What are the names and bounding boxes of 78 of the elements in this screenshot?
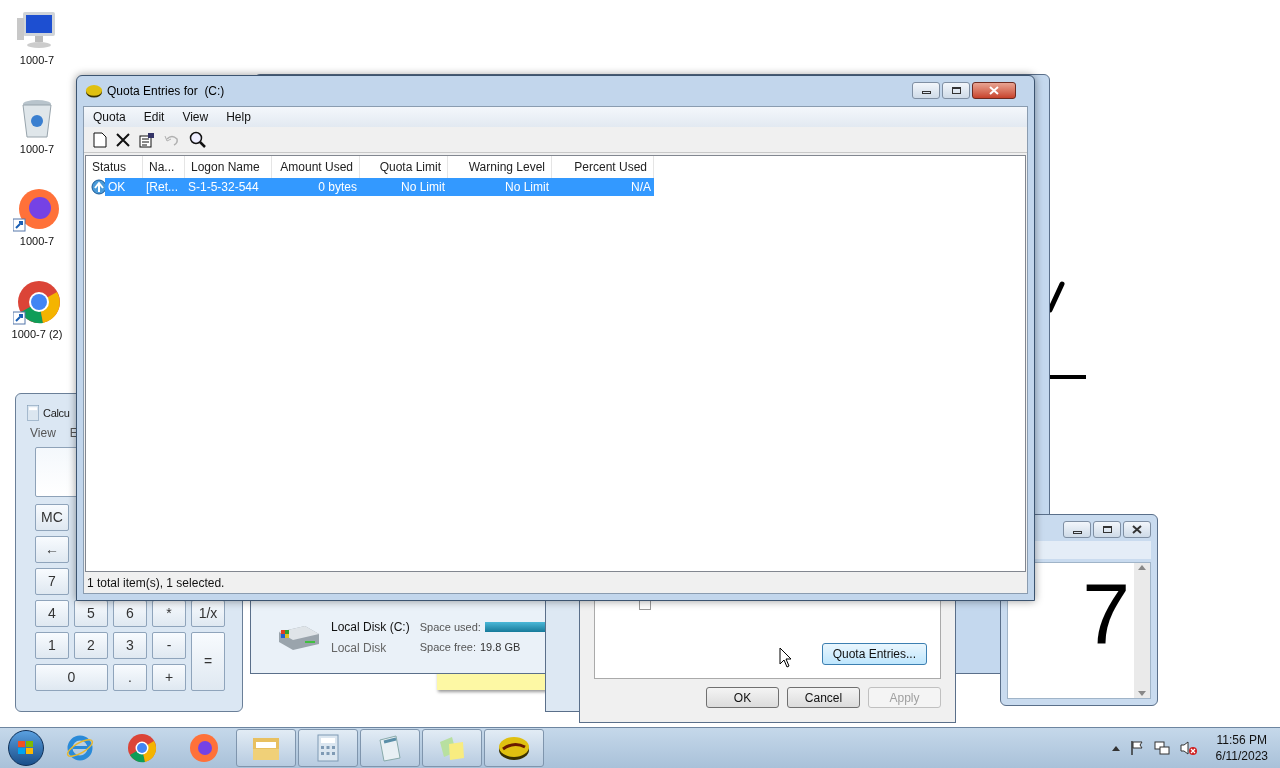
- minimize-button[interactable]: [1063, 521, 1091, 538]
- search-icon[interactable]: [189, 131, 206, 148]
- quota-entries-button[interactable]: Quota Entries...: [821, 643, 927, 665]
- minimize-button[interactable]: [912, 81, 940, 99]
- window-title: Calcu: [43, 405, 70, 421]
- space-used-label: Space used:: [419, 620, 481, 635]
- close-icon: [1132, 525, 1142, 534]
- desktop-icon-label[interactable]: 1000-7: [19, 233, 55, 250]
- dialog-button[interactable]: Cancel: [787, 687, 860, 708]
- properties-icon[interactable]: [139, 131, 155, 148]
- status-bar-text: 1 total item(s), 1 selected.: [87, 574, 225, 592]
- disk-icon: [498, 735, 530, 761]
- menu-item[interactable]: View: [182, 108, 209, 126]
- firefox-icon: [189, 733, 219, 763]
- network-icon[interactable]: [1153, 740, 1170, 756]
- close-icon: [989, 85, 999, 95]
- windows-logo-icon: [17, 740, 35, 756]
- calculator-key[interactable]: -: [152, 632, 186, 659]
- show-hidden-icons-icon[interactable]: [1111, 745, 1120, 751]
- chrome-icon: [127, 733, 157, 763]
- space-free-label: Space free:: [419, 639, 476, 655]
- table-cell-text: OK: [107, 179, 127, 196]
- drive-name: Local Disk (C:): [331, 618, 410, 636]
- window-title: Quota Entries for (C:): [107, 83, 226, 100]
- menu-item[interactable]: View: [30, 424, 56, 442]
- menu-item[interactable]: Edit: [143, 108, 165, 126]
- scroll-up-icon[interactable]: [1138, 565, 1146, 570]
- calculator-key[interactable]: 0: [35, 664, 108, 691]
- sticky-notes-icon: [437, 734, 467, 762]
- table-cell-text: No Limit: [400, 179, 446, 196]
- speaker-muted-icon[interactable]: [1179, 740, 1198, 756]
- close-button[interactable]: [1123, 521, 1151, 538]
- drive-type: Local Disk: [331, 639, 388, 657]
- table-cell-text: [Ret...: [145, 179, 179, 196]
- start-button[interactable]: [8, 730, 44, 766]
- new-document-icon[interactable]: [93, 131, 107, 148]
- scroll-down-icon[interactable]: [1138, 691, 1146, 696]
- flag-icon[interactable]: [1129, 740, 1144, 756]
- mouse-cursor-icon: [779, 647, 793, 669]
- table-cell-text: No Limit: [504, 179, 550, 196]
- desktop-icon-label[interactable]: 1000-7: [19, 140, 55, 157]
- taskbar-button[interactable]: [484, 729, 544, 767]
- calculator-key[interactable]: 1/x: [191, 600, 225, 627]
- calculator-key[interactable]: 3: [113, 632, 147, 659]
- table-cell-text: 0 bytes: [317, 179, 358, 196]
- calculator-key[interactable]: +: [152, 664, 186, 691]
- calculator-key[interactable]: 4: [35, 600, 69, 627]
- calculator-key[interactable]: =: [191, 632, 225, 691]
- calculator-key[interactable]: 1: [35, 632, 69, 659]
- table-cell-text: N/A: [630, 179, 652, 196]
- calculator-icon: [26, 405, 40, 421]
- menu-item[interactable]: Quota: [93, 108, 126, 126]
- dialog-button[interactable]: OK: [706, 687, 779, 708]
- space-used-bar: [484, 622, 545, 633]
- table-cell-text: S-1-5-32-544: [187, 179, 260, 196]
- scrollbar[interactable]: [1134, 563, 1150, 698]
- menu-item[interactable]: Help: [226, 108, 251, 126]
- maximize-button[interactable]: [942, 81, 970, 99]
- delete-icon[interactable]: [116, 132, 130, 147]
- calculator-key[interactable]: *: [152, 600, 186, 627]
- disk-icon: [85, 84, 103, 98]
- close-button[interactable]: [972, 81, 1016, 99]
- calculator-key[interactable]: MC: [35, 504, 69, 531]
- document-text: 7: [1081, 564, 1131, 663]
- calculator-key[interactable]: 5: [74, 600, 108, 627]
- calculator-key[interactable]: 6: [113, 600, 147, 627]
- calculator-key[interactable]: .: [113, 664, 147, 691]
- maximize-button[interactable]: [1093, 521, 1121, 538]
- desktop-icon-label[interactable]: 1000-7: [19, 52, 55, 69]
- browser-e-icon: [65, 733, 95, 763]
- calculator-key[interactable]: 2: [74, 632, 108, 659]
- notepad-icon: [376, 734, 404, 762]
- calculator-key[interactable]: 7: [35, 568, 69, 595]
- calculator-key[interactable]: ←: [35, 536, 69, 563]
- desktop-icon-label[interactable]: 1000-7 (2): [11, 325, 63, 342]
- clock[interactable]: 11:56 PM 6/11/2023: [1215, 732, 1268, 764]
- space-free-value: 19.8 GB: [479, 639, 521, 655]
- calculator-icon: [316, 734, 340, 762]
